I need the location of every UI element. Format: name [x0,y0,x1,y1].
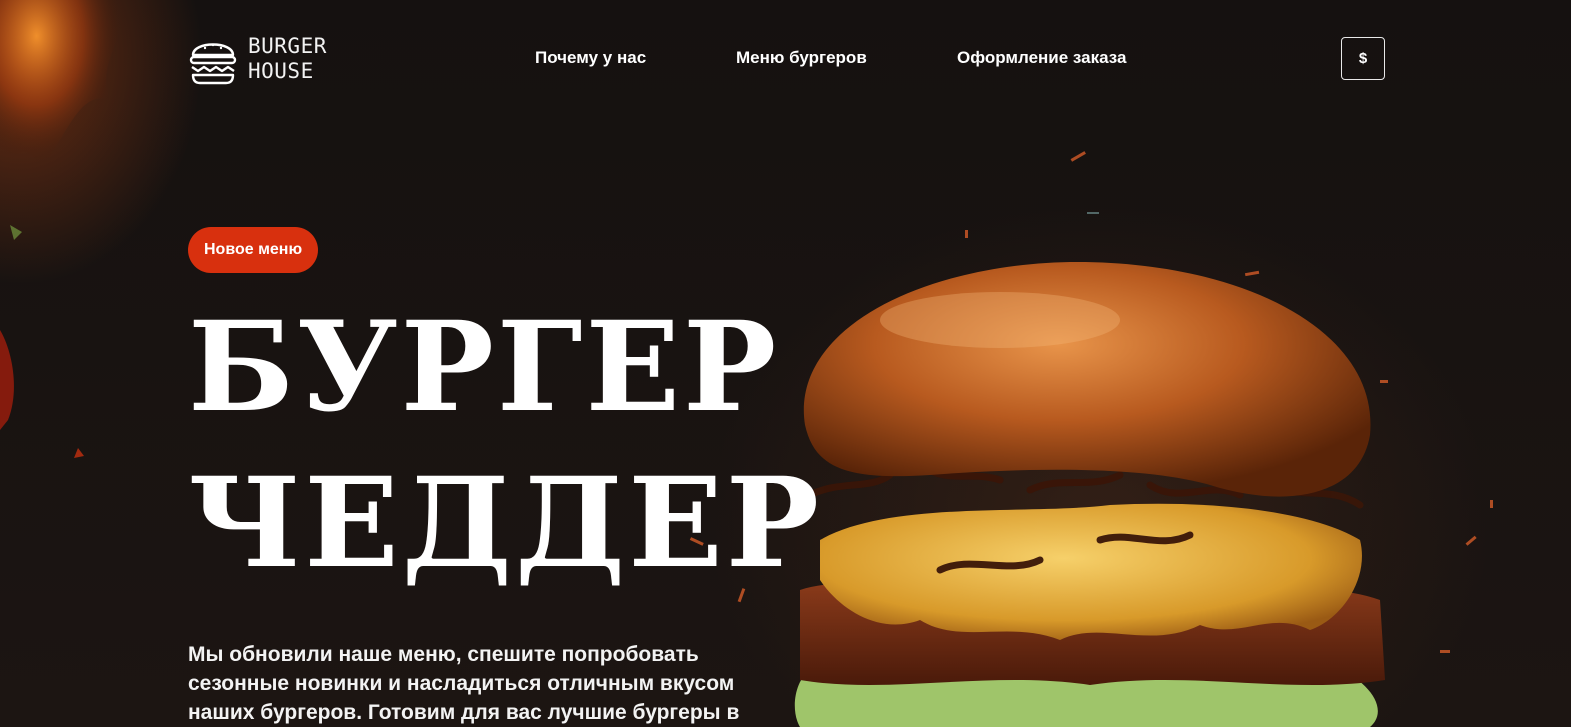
nav-item-burger-menu[interactable]: Меню бургеров [736,48,867,68]
logo[interactable]: BURGER HOUSE [188,32,358,86]
hero-title-line-2: ЧЕДДЕР [188,451,823,596]
hero-description: Мы обновили наше меню, спешите попробова… [188,643,740,724]
nav-item-why-us[interactable]: Почему у нас [535,48,646,68]
logo-text: BURGER HOUSE [248,34,327,84]
logo-line-2: HOUSE [248,59,314,83]
site-header: BURGER HOUSE Почему у нас Меню бургеров … [0,0,1571,120]
currency-button[interactable]: $ [1341,37,1385,80]
burger-image [794,261,1385,727]
burger-icon [189,43,237,85]
new-menu-badge: Новое меню [188,227,319,273]
hero-title-line-1: БУРГЕР [188,295,780,440]
hero-title: БУРГЕР ЧЕДДЕР [188,290,822,602]
logo-line-1: BURGER [248,34,327,58]
nav-item-order[interactable]: Оформление заказа [957,48,1126,68]
